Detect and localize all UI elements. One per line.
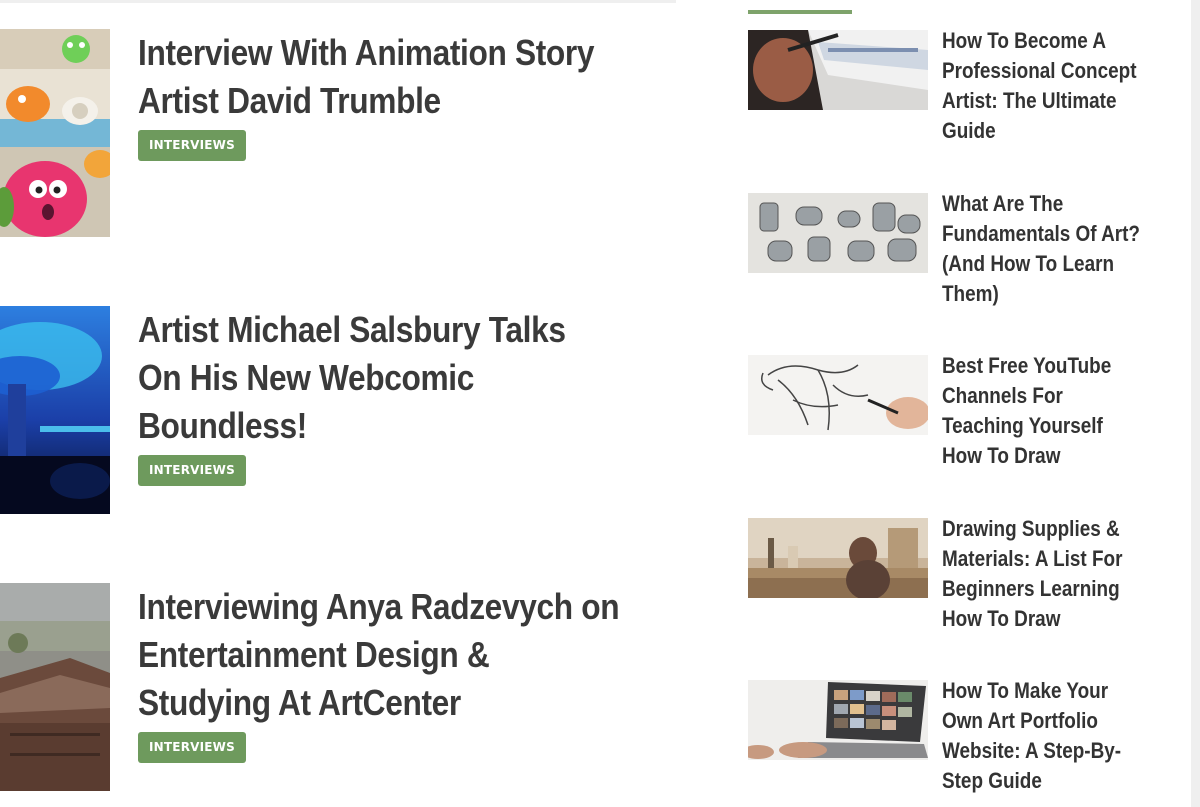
sidebar-title-line: Them)	[942, 281, 999, 306]
category-badge-interviews[interactable]: INTERVIEWS	[138, 130, 246, 161]
sidebar-thumbnail-laptop-portfolio[interactable]	[748, 680, 928, 760]
scrollbar-track[interactable]	[1191, 0, 1200, 807]
sidebar-title-line: How To Make Your	[942, 678, 1109, 703]
post-title-line: Boundless!	[138, 405, 307, 446]
sidebar-thumbnail-anatomy-sketch[interactable]	[748, 355, 928, 435]
sidebar-title-line: Artist: The Ultimate	[942, 88, 1117, 113]
sidebar-thumbnail-cylinder-sketches[interactable]	[748, 193, 928, 273]
post-title-line: Artist David Trumble	[138, 80, 441, 121]
category-badge-interviews[interactable]: INTERVIEWS	[138, 455, 246, 486]
sidebar-thumbnail-art-studio[interactable]	[748, 518, 928, 598]
sidebar-title-line: Professional Concept	[942, 58, 1137, 83]
sidebar-title-line: Own Art Portfolio	[942, 708, 1098, 733]
top-divider	[0, 0, 676, 3]
sidebar-title-line: Website: A Step-By-	[942, 738, 1122, 763]
sidebar-title-line: (And How To Learn	[942, 251, 1115, 276]
post-title-link[interactable]: Interview With Animation Story Artist Da…	[138, 29, 684, 125]
post-title-line: Interview With Animation Story	[138, 32, 595, 73]
sidebar-post-title[interactable]: How To Become A Professional Concept Art…	[942, 26, 1166, 146]
sidebar-title-line: Guide	[942, 118, 996, 143]
post-title-line: Entertainment Design &	[138, 634, 490, 675]
sidebar-title-line: Teaching Yourself	[942, 413, 1103, 438]
post-title-line: On His New Webcomic	[138, 357, 475, 398]
sidebar-post-title[interactable]: How To Make Your Own Art Portfolio Websi…	[942, 676, 1166, 796]
sidebar-title-line: Best Free YouTube	[942, 353, 1112, 378]
sidebar-title-line: Materials: A List For	[942, 546, 1123, 571]
post-thumbnail-blue-tree[interactable]	[0, 306, 110, 514]
sidebar-title-line: How To Become A	[942, 28, 1106, 53]
post-title-line: Artist Michael Salsbury Talks	[138, 309, 566, 350]
sidebar-post-title[interactable]: What Are The Fundamentals Of Art? (And H…	[942, 189, 1166, 309]
sidebar-title-line: Step Guide	[942, 768, 1042, 793]
post-title-line: Studying At ArtCenter	[138, 682, 461, 723]
post-title-link[interactable]: Artist Michael Salsbury Talks On His New…	[138, 306, 684, 450]
sidebar-thumbnail-drawing-tablet[interactable]	[748, 30, 928, 110]
post-title-line: Interviewing Anya Radzevych on	[138, 586, 620, 627]
post-thumbnail-city-rooftops[interactable]	[0, 583, 110, 791]
category-badge-interviews[interactable]: INTERVIEWS	[138, 732, 246, 763]
post-thumbnail-clay-characters[interactable]	[0, 29, 110, 237]
sidebar-title-line: Drawing Supplies &	[942, 516, 1120, 541]
sidebar-post-title[interactable]: Best Free YouTube Channels For Teaching …	[942, 351, 1166, 471]
sidebar-title-line: How To Draw	[942, 606, 1061, 631]
sidebar-title-line: How To Draw	[942, 443, 1061, 468]
sidebar-title-line: Channels For	[942, 383, 1063, 408]
sidebar-title-line: Fundamentals Of Art?	[942, 221, 1140, 246]
post-title-link[interactable]: Interviewing Anya Radzevych on Entertain…	[138, 583, 684, 727]
sidebar-title-line: What Are The	[942, 191, 1064, 216]
sidebar-post-title[interactable]: Drawing Supplies & Materials: A List For…	[942, 514, 1166, 634]
sidebar-title-line: Beginners Learning	[942, 576, 1120, 601]
sidebar-accent-bar	[748, 10, 852, 14]
